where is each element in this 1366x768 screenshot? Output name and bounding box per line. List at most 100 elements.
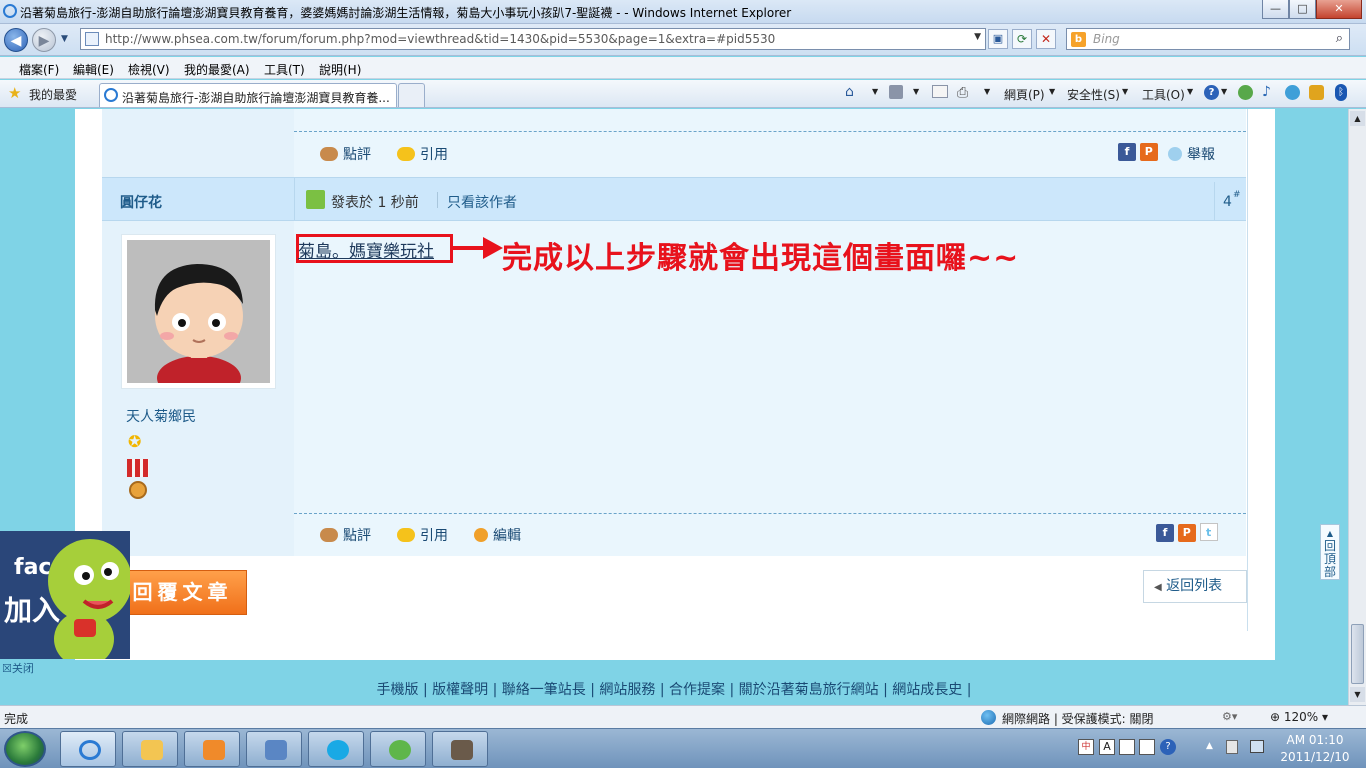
skype-icon — [327, 740, 349, 760]
rate-action[interactable]: 點評 — [320, 525, 371, 545]
floor-number[interactable]: 4 # — [1214, 182, 1245, 220]
recent-pages-dropdown-icon[interactable]: ▼ — [61, 34, 68, 44]
help-dropdown-icon[interactable]: ▼ — [1221, 87, 1227, 96]
home-icon[interactable]: ⌂ — [845, 84, 854, 100]
new-tab-button[interactable] — [398, 83, 425, 107]
home-dropdown-icon[interactable]: ▼ — [872, 87, 878, 96]
addon-icon[interactable] — [1309, 85, 1324, 100]
report-action[interactable]: 舉報 — [1168, 144, 1215, 164]
scroll-down-icon[interactable]: ▼ — [1350, 687, 1365, 702]
menu-file[interactable]: 檔案(F) — [19, 61, 59, 78]
footer-copyright[interactable]: 版權聲明 — [432, 682, 488, 698]
taskbar-skype[interactable] — [308, 731, 364, 767]
scroll-up-icon[interactable]: ▲ — [1350, 111, 1365, 126]
footer-history[interactable]: 網站成長史 — [892, 682, 962, 698]
tab-current[interactable]: 沿著菊島旅行-澎湖自助旅行論壇澎湖寶貝教育養... — [99, 83, 397, 107]
menu-help[interactable]: 說明(H) — [319, 61, 361, 78]
compat-view-icon[interactable]: ▣ — [988, 29, 1008, 49]
print-icon[interactable]: ⎙ — [957, 85, 968, 101]
ime-help-icon[interactable]: ? — [1160, 739, 1176, 755]
menu-favorites[interactable]: 我的最愛(A) — [184, 61, 250, 78]
footer-cooperation[interactable]: 合作提案 — [669, 682, 725, 698]
tools-menu-dropdown-icon[interactable]: ▼ — [1187, 87, 1193, 96]
show-hidden-icons[interactable]: ▲ — [1206, 741, 1213, 751]
start-button[interactable] — [4, 731, 46, 767]
taskbar-movie-maker[interactable] — [432, 731, 488, 767]
facebook-icon[interactable]: f — [1118, 143, 1136, 161]
feeds-dropdown-icon[interactable]: ▼ — [913, 87, 919, 96]
annotation-arrow-icon — [453, 237, 503, 259]
help-icon[interactable]: ? — [1204, 85, 1219, 100]
zoom-level[interactable]: ⊕ 120% ▾ — [1270, 710, 1328, 724]
mail-icon[interactable] — [932, 85, 948, 98]
plurk-icon[interactable]: P — [1177, 524, 1196, 542]
feeds-icon[interactable] — [889, 85, 903, 99]
safety-menu-dropdown-icon[interactable]: ▼ — [1122, 87, 1128, 96]
messenger-icon[interactable] — [1238, 85, 1253, 100]
only-author-link[interactable]: 只看該作者 — [447, 192, 517, 212]
taskbar-ie[interactable] — [60, 731, 116, 767]
menu-tools[interactable]: 工具(T) — [264, 61, 305, 78]
favorites-star-icon[interactable]: ★ — [8, 84, 21, 102]
messenger-icon — [389, 740, 411, 760]
menu-edit[interactable]: 編輯(E) — [73, 61, 114, 78]
twitter-icon[interactable]: t — [1199, 523, 1218, 541]
ime-keyboard-icon[interactable] — [1139, 739, 1155, 755]
address-dropdown-icon[interactable]: ▼ — [974, 32, 981, 42]
taskbar-media[interactable] — [184, 731, 240, 767]
ime-fullwidth-icon[interactable] — [1119, 739, 1135, 755]
reply-button[interactable]: 回覆文章 — [118, 570, 247, 615]
favorites-label[interactable]: 我的最愛 — [29, 86, 77, 103]
tools-menu[interactable]: 工具(O) — [1142, 86, 1185, 103]
post-author[interactable]: 圓仔花 — [120, 192, 162, 212]
back-to-list-button[interactable]: ◀ 返回列表 — [1143, 570, 1247, 603]
music-note-icon[interactable]: ♪ — [1262, 84, 1271, 100]
scroll-thumb[interactable] — [1351, 624, 1364, 684]
device-icon[interactable] — [1226, 740, 1238, 754]
protected-mode-icon[interactable]: ⚙▾ — [1222, 710, 1237, 723]
globe-addon-icon[interactable] — [1285, 85, 1300, 100]
edit-label: 編輯 — [493, 528, 521, 544]
clock[interactable]: AM 01:10 2011/12/10 — [1270, 733, 1360, 764]
footer-about[interactable]: 關於沿著菊島旅行網站 — [739, 682, 879, 698]
stop-icon[interactable]: ✕ — [1036, 29, 1056, 49]
ime-icon[interactable]: 中 — [1078, 739, 1094, 755]
search-input[interactable]: b Bing ⌕ — [1066, 28, 1350, 50]
facebook-float-ad[interactable]: fac 加入 — [0, 531, 130, 659]
security-zone[interactable]: 網際網路 | 受保護模式: 關閉 — [1002, 710, 1154, 727]
page-menu[interactable]: 網頁(P) — [1004, 86, 1045, 103]
rate-action-top[interactable]: 點評 — [320, 144, 371, 164]
footer-contact[interactable]: 聯絡一筆站長 — [502, 682, 586, 698]
back-button[interactable]: ◀ — [4, 28, 28, 52]
ime-mode-icon[interactable]: A — [1099, 739, 1115, 755]
footer-services[interactable]: 網站服務 — [599, 682, 655, 698]
menu-view[interactable]: 檢視(V) — [128, 61, 170, 78]
prev-post-right — [294, 109, 1246, 177]
back-to-top-button[interactable]: ▲ 回頂部 — [1320, 524, 1340, 580]
safety-menu[interactable]: 安全性(S) — [1067, 86, 1120, 103]
avatar[interactable] — [121, 234, 276, 400]
address-bar[interactable]: http://www.phsea.com.tw/forum/forum.php?… — [80, 28, 986, 50]
search-icon[interactable]: ⌕ — [1336, 31, 1343, 46]
quote-action[interactable]: 引用 — [397, 525, 448, 545]
ad-close-button[interactable]: ☒关闭 — [2, 660, 34, 676]
facebook-icon[interactable]: f — [1156, 524, 1174, 542]
edit-action[interactable]: 編輯 — [474, 525, 521, 545]
close-button[interactable]: ✕ — [1316, 0, 1362, 19]
plurk-icon[interactable]: P — [1139, 143, 1158, 161]
bluetooth-icon[interactable]: ᛒ — [1335, 84, 1347, 101]
quote-action-top[interactable]: 引用 — [397, 144, 448, 164]
vertical-scrollbar[interactable]: ▲ ▼ — [1348, 109, 1366, 705]
taskbar-messenger[interactable] — [370, 731, 426, 767]
taskbar-explorer[interactable] — [122, 731, 178, 767]
taskbar-app[interactable] — [246, 731, 302, 767]
page-menu-dropdown-icon[interactable]: ▼ — [1049, 87, 1055, 96]
network-icon[interactable] — [1250, 740, 1264, 753]
minimize-button[interactable]: — — [1262, 0, 1289, 19]
content-link[interactable]: 菊島。媽寶樂玩社 — [298, 237, 434, 262]
refresh-icon[interactable]: ⟳ — [1012, 29, 1032, 49]
maximize-button[interactable]: □ — [1289, 0, 1316, 19]
footer-mobile[interactable]: 手機版 — [377, 682, 419, 698]
print-dropdown-icon[interactable]: ▼ — [984, 87, 990, 96]
forward-button[interactable]: ▶ — [32, 28, 56, 52]
